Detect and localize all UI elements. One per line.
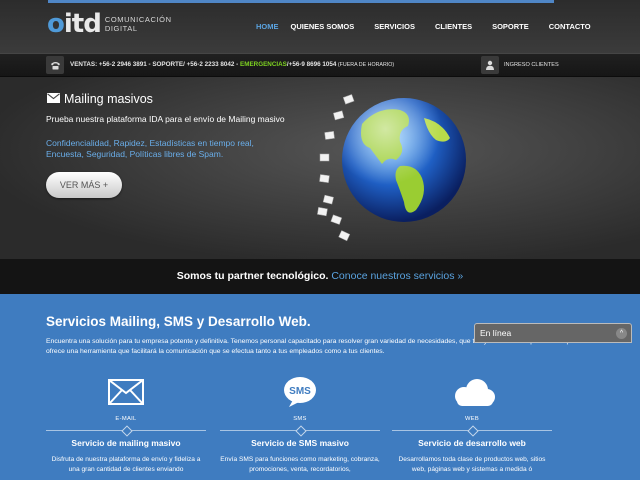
emergency-phone: /+56-9 8696 1054 [286,61,337,68]
nav-contacto[interactable]: CONTACTO [549,22,591,31]
divider [392,430,552,431]
hero-title: Mailing masivos [47,92,153,106]
service-sms: SMS SMS Servicio de SMS masivo Envía SMS… [220,374,380,475]
service-name[interactable]: Servicio de desarrollo web [392,438,552,448]
chat-status: En línea [480,328,512,338]
svg-text:SMS: SMS [289,386,311,397]
service-web: WEB Servicio de desarrollo web Desarroll… [392,374,552,475]
service-text: Desarrollamos toda clase de productos we… [398,456,546,473]
divider [220,430,380,431]
service-caption: WEB [464,416,480,422]
hero-banner: Mailing masivos Prueba nuestra plataform… [0,77,640,259]
logo-mark: oitd [47,9,102,39]
services-link[interactable]: Conoce nuestros servicios » [331,270,463,282]
mail-icon [46,374,206,410]
service-name[interactable]: Servicio de SMS masivo [220,438,380,448]
ver-mas-button[interactable]: VER MÁS + [46,172,122,198]
service-email: E-MAIL Servicio de mailing masivo Disfru… [46,374,206,475]
service-text: Disfruta de nuestra plataforma de envío … [51,456,201,473]
cloud-icon [392,374,552,410]
service-text: Envía SMS para funciones como marketing,… [220,456,380,473]
contact-phones: VENTAS: +56-2 2946 3891 - SOPORTE/ +56-2… [70,61,394,68]
main-nav: HOME QUIENES SOMOS SERVICIOS CLIENTES SO… [256,22,611,31]
emergency-note: (FUERA DE HORARIO) [336,62,395,68]
logo-line-1: COMUNICACIÓN [104,15,172,24]
nav-servicios[interactable]: SERVICIOS [374,22,415,31]
service-name[interactable]: Servicio de mailing masivo [46,438,206,448]
contact-bar: VENTAS: +56-2 2946 3891 - SOPORTE/ +56-2… [0,53,640,77]
logo-line-2: DIGITAL [104,24,138,33]
envelope-icon [47,92,60,106]
nav-soporte[interactable]: SOPORTE [492,22,529,31]
nav-quienes-somos[interactable]: QUIENES SOMOS [291,22,355,31]
service-caption: SMS [293,416,307,422]
logo[interactable]: oitd COMUNICACIÓN DIGITAL [47,11,172,37]
sms-icon: SMS [220,374,380,410]
phone-icon [46,56,64,74]
divider [46,430,206,431]
service-caption: E-MAIL [115,416,137,422]
sales-phone: VENTAS: +56-2 2946 3891 - [70,61,153,68]
user-icon[interactable] [481,56,499,74]
partner-text: Somos tu partner tecnológico. [176,270,329,282]
support-phone: SOPORTE/ +56-2 2233 8042 - [152,61,240,68]
hero-features: Confidencialidad, Rapidez, Estadísticas … [46,138,254,159]
services-section: Servicios Mailing, SMS y Desarrollo Web.… [0,294,640,480]
logo-tagline: COMUNICACIÓN DIGITAL [105,15,172,33]
client-login-link[interactable]: INGRESO CLIENTES [504,62,559,68]
header-accent-bar [48,0,554,3]
nav-clientes[interactable]: CLIENTES [435,22,472,31]
hero-title-text: Mailing masivos [64,92,153,106]
services-title: Servicios Mailing, SMS y Desarrollo Web. [46,314,311,329]
hero-description: Prueba nuestra plataforma IDA para el en… [46,114,285,124]
partner-strip: Somos tu partner tecnológico. Conoce nue… [0,259,640,294]
globe-illustration [300,82,470,252]
site-header: oitd COMUNICACIÓN DIGITAL HOME QUIENES S… [0,0,640,53]
emergency-label: EMERGENCIAS [240,61,287,68]
chevron-up-icon[interactable]: ^ [616,328,627,339]
chat-widget[interactable]: En línea ^ [474,323,632,343]
nav-home[interactable]: HOME [256,22,279,31]
